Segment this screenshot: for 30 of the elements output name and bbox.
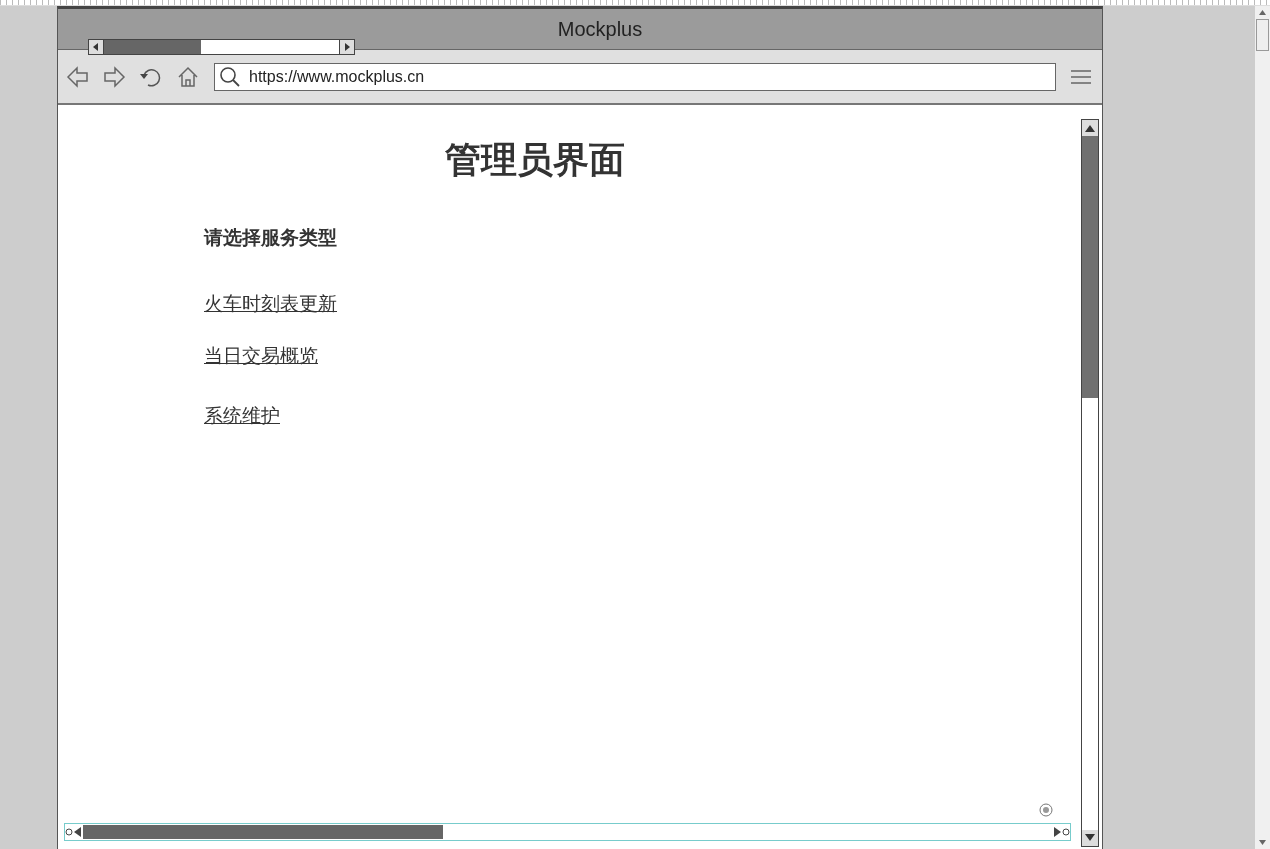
up-arrow-icon[interactable]: [1259, 10, 1266, 15]
scrollbar-thumb[interactable]: [83, 825, 443, 839]
service-link[interactable]: 系统维护: [204, 403, 280, 429]
scrollbar[interactable]: [88, 39, 355, 55]
menu-icon[interactable]: [1070, 67, 1092, 86]
search-icon: [219, 65, 241, 88]
right-arrow-icon[interactable]: [343, 43, 351, 51]
down-arrow-icon[interactable]: [1259, 840, 1266, 845]
scrollbar-thumb[interactable]: [1256, 19, 1269, 51]
vertical-scrollbar[interactable]: [1255, 6, 1270, 849]
down-arrow-icon[interactable]: [1085, 834, 1095, 842]
up-arrow-icon[interactable]: [1085, 124, 1095, 132]
service-link[interactable]: 火车时刻表更新: [204, 291, 337, 317]
horizontal-scrollbar[interactable]: [64, 823, 1071, 841]
service-link[interactable]: 当日交易概览: [204, 343, 318, 369]
prompt-text: 请选择服务类型: [204, 225, 338, 250]
left-arrow-icon[interactable]: [92, 43, 100, 51]
window-title: Mockplus: [557, 17, 643, 41]
target-icon: [1039, 803, 1053, 817]
address-field[interactable]: https://www.mockplus.cn: [214, 62, 1056, 91]
vertical-scrollbar[interactable]: [1081, 119, 1099, 847]
scrollbar-thumb[interactable]: [104, 40, 201, 54]
scrollbar-thumb[interactable]: [1082, 136, 1098, 398]
back-icon[interactable]: [66, 64, 90, 89]
page-heading: 管理员界面: [443, 138, 626, 182]
left-arrow-icon[interactable]: [65, 825, 83, 839]
home-icon[interactable]: [176, 64, 200, 89]
right-arrow-icon[interactable]: [1052, 825, 1070, 839]
url-text: https://www.mockplus.cn: [249, 67, 425, 86]
forward-icon[interactable]: [102, 64, 126, 89]
